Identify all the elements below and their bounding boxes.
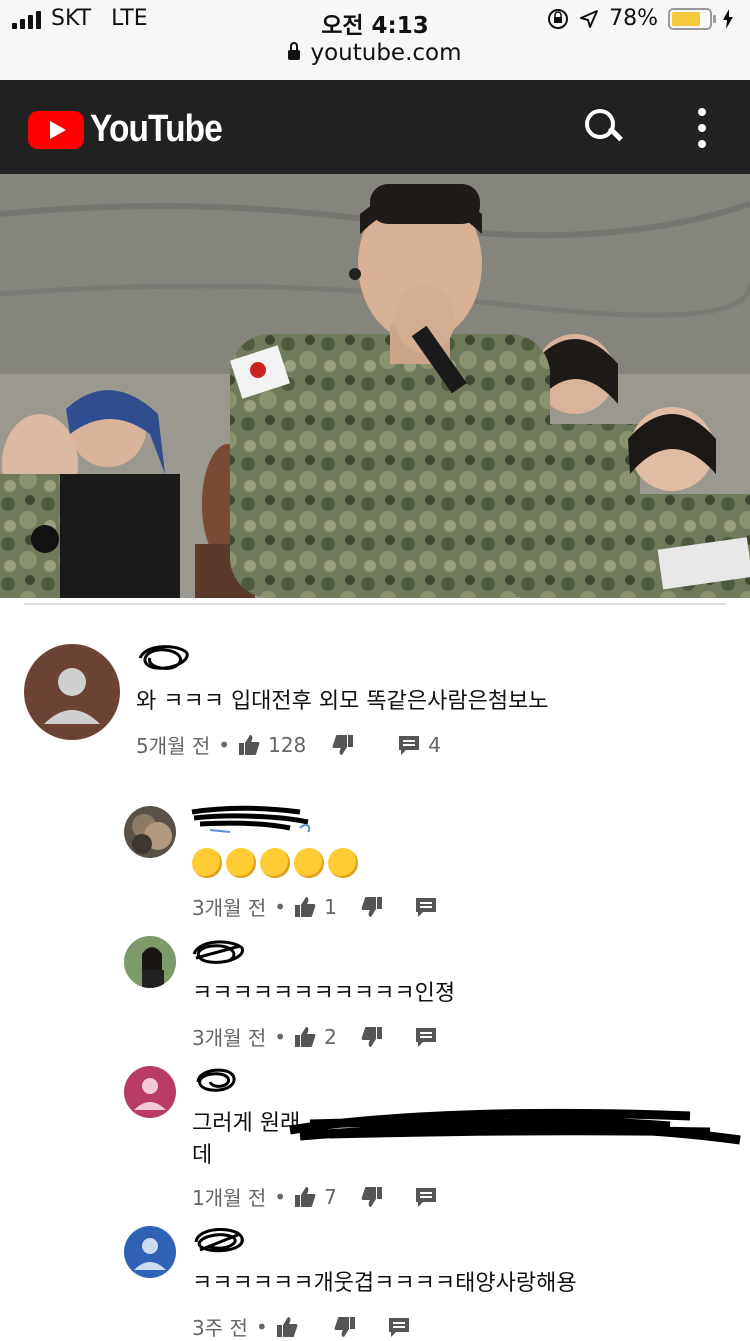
rofl-emoji-icon xyxy=(294,848,324,878)
avatar[interactable] xyxy=(124,1226,176,1278)
rotation-lock-icon xyxy=(548,8,569,29)
like-icon[interactable] xyxy=(294,1186,316,1208)
reply-time: 3개월 전 xyxy=(192,1026,267,1050)
battery-icon xyxy=(668,7,716,30)
video-frame xyxy=(0,174,750,598)
reply-meta: 3개월 전 • 2 xyxy=(192,1022,437,1051)
default-user-icon xyxy=(134,1078,166,1110)
like-icon[interactable] xyxy=(276,1316,298,1338)
youtube-play-icon xyxy=(28,110,84,149)
emoji-row xyxy=(192,848,362,878)
url-text: youtube.com xyxy=(310,40,462,66)
reply-time: 3주 전 xyxy=(192,1316,248,1340)
rofl-emoji-icon xyxy=(226,848,256,878)
dislike-icon[interactable] xyxy=(361,1186,383,1208)
reply-count: 4 xyxy=(428,732,442,757)
redacted-username xyxy=(138,645,189,670)
video-player[interactable] xyxy=(0,174,750,598)
app-header: YouTube xyxy=(0,80,750,174)
redacted-username xyxy=(196,1068,236,1092)
reply-text: ㅋㅋㅋㅋㅋㅋㅋㅋㅋㅋㅋ인졍 xyxy=(192,981,456,1006)
comment-text: 와 ㅋㅋㅋ 입대전후 외모 똑같은사람은첨보노 xyxy=(136,689,549,714)
like-count: 128 xyxy=(268,732,307,757)
reply-meta: 1개월 전 • 7 xyxy=(192,1182,437,1211)
reply-time: 1개월 전 xyxy=(192,1186,267,1210)
reply-icon[interactable] xyxy=(388,1316,410,1338)
reply-meta: 3주 전 • xyxy=(192,1312,410,1341)
comment-meta: 5개월 전 • 128 4 xyxy=(136,730,441,759)
location-icon xyxy=(580,9,599,28)
reply-icon[interactable] xyxy=(415,1026,437,1048)
battery-percent: 78% xyxy=(609,6,658,31)
status-bar: SKT LTE 오전 4:13 78% youtube.com xyxy=(0,0,750,80)
dislike-icon[interactable] xyxy=(334,1316,356,1338)
reply-icon[interactable] xyxy=(415,1186,437,1208)
rofl-emoji-icon xyxy=(192,848,222,878)
reply-time: 3개월 전 xyxy=(192,896,267,920)
like-icon[interactable] xyxy=(294,1026,316,1048)
default-user-icon xyxy=(44,668,100,724)
default-user-icon xyxy=(134,1238,166,1270)
avatar-image xyxy=(132,814,172,854)
reply-icon[interactable] xyxy=(398,734,420,756)
avatar[interactable] xyxy=(124,1066,176,1118)
like-count: 1 xyxy=(324,894,337,919)
avatar[interactable] xyxy=(24,644,120,740)
redaction-scribble xyxy=(289,1108,741,1145)
like-count: 2 xyxy=(324,1024,337,1049)
status-icons: 78% xyxy=(547,6,734,31)
dislike-icon[interactable] xyxy=(361,1026,383,1048)
youtube-logo[interactable]: YouTube xyxy=(28,108,240,151)
reply-text: ㅋㅋㅋㅋㅋㅋ개웃겹ㅋㅋㅋㅋ태양사랑해용 xyxy=(192,1271,577,1296)
rofl-emoji-icon xyxy=(260,848,290,878)
more-options-button[interactable] xyxy=(690,108,714,148)
avatar-image xyxy=(124,936,176,988)
divider xyxy=(24,603,726,605)
redacted-username xyxy=(192,940,244,964)
dislike-icon[interactable] xyxy=(332,734,354,756)
lock-icon xyxy=(288,42,301,60)
reply-icon[interactable] xyxy=(415,896,437,918)
dislike-icon[interactable] xyxy=(361,896,383,918)
like-icon[interactable] xyxy=(294,896,316,918)
more-vert-icon xyxy=(698,108,706,116)
like-icon[interactable] xyxy=(238,734,260,756)
reply-text-line2: 데 xyxy=(192,1143,213,1168)
charging-icon xyxy=(723,8,733,29)
rofl-emoji-icon xyxy=(328,848,358,878)
comment-time: 5개월 전 xyxy=(136,734,211,758)
redacted-username xyxy=(191,805,311,833)
search-button[interactable] xyxy=(582,106,626,150)
address-bar[interactable]: youtube.com xyxy=(0,40,750,66)
avatar[interactable] xyxy=(124,806,176,858)
like-count: 7 xyxy=(324,1184,337,1209)
avatar[interactable] xyxy=(124,936,176,988)
logo-text: YouTube xyxy=(90,108,223,150)
redacted-username xyxy=(194,1227,244,1253)
reply-meta: 3개월 전 • 1 xyxy=(192,892,437,921)
